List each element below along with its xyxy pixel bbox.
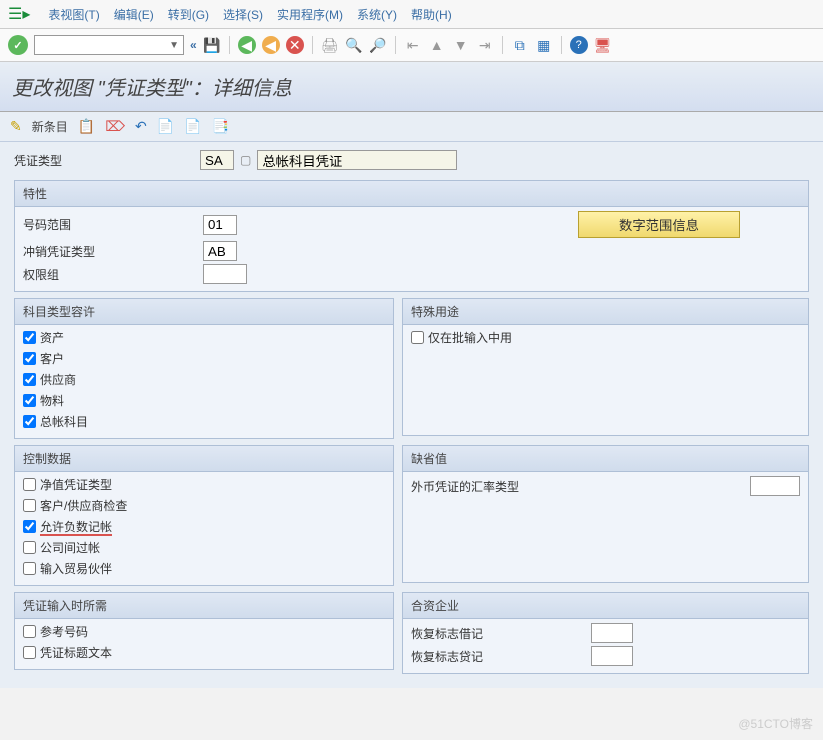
group-required-title: 凭证输入时所需 (15, 593, 393, 619)
currency-type-label: 外币凭证的汇率类型 (411, 478, 519, 495)
new-session-icon[interactable]: ⧉ (511, 36, 529, 54)
auth-group-input[interactable] (203, 264, 247, 284)
toggle-icon[interactable]: ✎ (10, 118, 22, 135)
group-accttype-title: 科目类型容许 (15, 299, 393, 325)
group-accttype: 科目类型容许 资产客户供应商物料总帐科目 (14, 298, 394, 439)
menu-select[interactable]: 选择(S) (223, 6, 263, 23)
required-label: 凭证标题文本 (40, 644, 112, 661)
jv-credit-input[interactable] (591, 646, 633, 666)
accttype-label: 资产 (40, 329, 64, 346)
jv-debit-label: 恢复标志借记 (411, 625, 591, 642)
doc-type-code (200, 150, 234, 170)
menu-system[interactable]: 系统(Y) (357, 6, 397, 23)
find-icon[interactable]: 🔍 (345, 36, 363, 54)
menu-goto[interactable]: 转到(G) (168, 6, 209, 23)
menu-edit[interactable]: 编辑(E) (114, 6, 154, 23)
accttype-checkbox[interactable] (23, 394, 36, 407)
rev-type-input[interactable] (203, 241, 237, 261)
menu-table[interactable]: 表视图(T) (48, 6, 99, 23)
doc-type-desc (257, 150, 457, 170)
control-label: 客户/供应商检查 (40, 497, 127, 514)
accttype-checkbox[interactable] (23, 373, 36, 386)
back-icon[interactable]: ◀ (238, 36, 256, 54)
accttype-label: 物料 (40, 392, 64, 409)
accttype-checkbox[interactable] (23, 331, 36, 344)
page-first-icon[interactable]: ⇤ (404, 36, 422, 54)
group-properties-title: 特性 (15, 181, 808, 207)
dropdown-arrow-icon: ▼ (169, 40, 179, 51)
control-checkbox[interactable] (23, 541, 36, 554)
menu-help[interactable]: 帮助(H) (411, 6, 452, 23)
page-last-icon[interactable]: ⇥ (476, 36, 494, 54)
number-range-info-button[interactable]: 数字范围信息 (578, 211, 740, 238)
main-toolbar: ✓ ▼ « 💾 ◀ ◀ ✕ 🖨 🔍 🔎 ⇤ ▲ ▼ ⇥ ⧉ ▦ ? 🖥 (0, 29, 823, 62)
prev-entry-icon[interactable]: 📄 (184, 118, 201, 135)
group-special-title: 特殊用途 (403, 299, 808, 325)
save-icon[interactable]: 💾 (203, 36, 221, 54)
accttype-label: 客户 (40, 350, 64, 367)
accttype-label: 总帐科目 (40, 413, 88, 430)
auth-group-label: 权限组 (23, 266, 203, 283)
undo-icon[interactable]: ↶ (135, 118, 147, 135)
group-jv: 合资企业 恢复标志借记 恢复标志贷记 (402, 592, 809, 674)
find-next-icon[interactable]: 🔎 (369, 36, 387, 54)
rev-type-label: 冲销凭证类型 (23, 243, 203, 260)
accttype-label: 供应商 (40, 371, 76, 388)
page-up-icon[interactable]: ▲ (428, 36, 446, 54)
control-checkbox[interactable] (23, 478, 36, 491)
page-down-icon[interactable]: ▼ (452, 36, 470, 54)
menu-util[interactable]: 实用程序(M) (277, 6, 343, 23)
number-range-label: 号码范围 (23, 216, 203, 233)
number-range-input[interactable] (203, 215, 237, 235)
new-entries-button[interactable]: 新条目 (32, 118, 68, 135)
exit-icon[interactable]: ◀ (262, 36, 280, 54)
collapse-icon[interactable]: « (190, 38, 197, 52)
control-checkbox[interactable] (23, 562, 36, 575)
app-menu-icon[interactable]: ☰▸ (8, 4, 30, 24)
gui-options-icon[interactable]: 🖥 (594, 36, 612, 54)
help-icon[interactable]: ? (570, 36, 588, 54)
cancel-icon[interactable]: ✕ (286, 36, 304, 54)
control-label: 允许负数记帐 (40, 518, 112, 535)
other-entry-icon[interactable]: 📑 (212, 118, 229, 135)
required-checkbox[interactable] (23, 625, 36, 638)
layout-icon[interactable]: ▦ (535, 36, 553, 54)
required-checkbox[interactable] (23, 646, 36, 659)
watermark: @51CTO博客 (738, 715, 813, 732)
page-title: 更改视图 "凭证类型"：详细信息 (0, 62, 823, 112)
doc-type-label: 凭证类型 (14, 152, 194, 169)
expand-icon[interactable]: ▢ (240, 153, 251, 167)
group-defaults: 缺省值 外币凭证的汇率类型 (402, 445, 809, 583)
next-entry-icon[interactable]: 📄 (157, 118, 174, 135)
jv-debit-input[interactable] (591, 623, 633, 643)
control-label: 输入贸易伙伴 (40, 560, 112, 577)
command-field[interactable]: ▼ (34, 35, 184, 55)
group-required: 凭证输入时所需 参考号码凭证标题文本 (14, 592, 394, 670)
group-defaults-title: 缺省值 (403, 446, 808, 472)
menu-bar: ☰▸ 表视图(T) 编辑(E) 转到(G) 选择(S) 实用程序(M) 系统(Y… (0, 0, 823, 29)
accttype-checkbox[interactable] (23, 352, 36, 365)
delete-icon[interactable]: ⌦ (105, 118, 125, 135)
group-control: 控制数据 净值凭证类型客户/供应商检查允许负数记帐公司间过帐输入贸易伙伴 (14, 445, 394, 586)
required-label: 参考号码 (40, 623, 88, 640)
control-label: 净值凭证类型 (40, 476, 112, 493)
ok-button[interactable]: ✓ (8, 35, 28, 55)
print-icon[interactable]: 🖨 (321, 36, 339, 54)
control-checkbox[interactable] (23, 499, 36, 512)
copy-icon[interactable]: 📋 (78, 118, 95, 135)
group-jv-title: 合资企业 (403, 593, 808, 619)
content-area: 凭证类型 ▢ 特性 号码范围 数字范围信息 冲销凭证类型 权限组 (0, 142, 823, 688)
batch-input-only-label: 仅在批输入中用 (428, 329, 512, 346)
accttype-checkbox[interactable] (23, 415, 36, 428)
jv-credit-label: 恢复标志贷记 (411, 648, 591, 665)
control-checkbox[interactable] (23, 520, 36, 533)
control-label: 公司间过帐 (40, 539, 100, 556)
app-toolbar: ✎ 新条目 📋 ⌦ ↶ 📄 📄 📑 (0, 112, 823, 142)
batch-input-only-checkbox[interactable] (411, 331, 424, 344)
group-control-title: 控制数据 (15, 446, 393, 472)
group-properties: 特性 号码范围 数字范围信息 冲销凭证类型 权限组 (14, 180, 809, 292)
currency-type-input[interactable] (750, 476, 800, 496)
group-special: 特殊用途 仅在批输入中用 (402, 298, 809, 436)
